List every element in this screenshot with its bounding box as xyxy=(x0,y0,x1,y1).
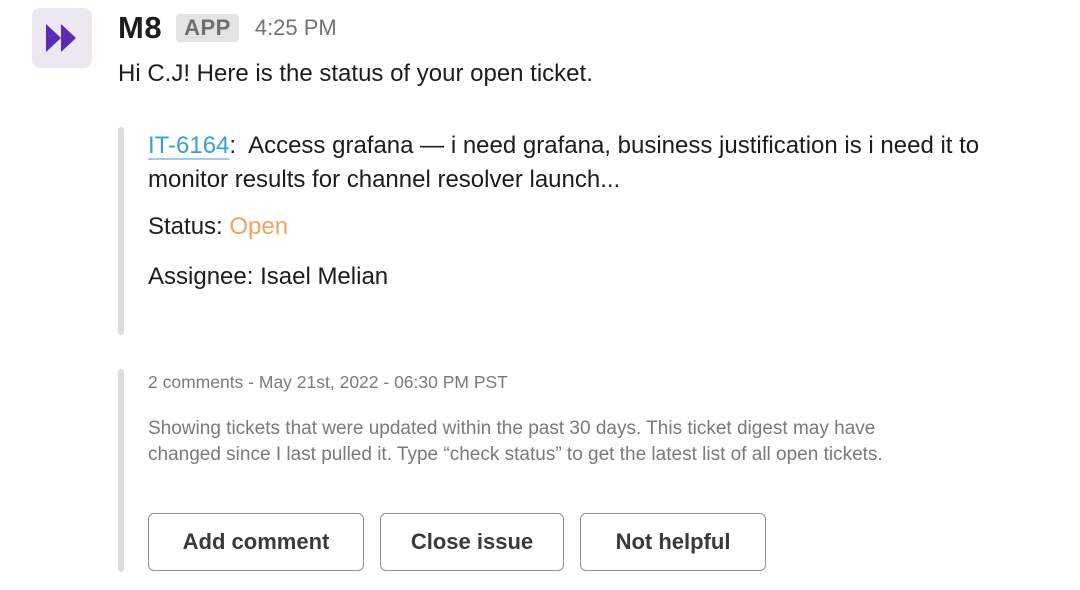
message-timestamp[interactable]: 4:25 PM xyxy=(255,15,337,41)
bot-avatar[interactable] xyxy=(32,8,92,68)
comment-meta: 2 comments - May 21st, 2022 - 06:30 PM P… xyxy=(148,372,508,392)
digest-note: Showing tickets that were updated within… xyxy=(148,418,883,465)
message-header: M8 APP 4:25 PM xyxy=(118,10,337,46)
ticket-id-link[interactable]: IT-6164 xyxy=(148,132,229,159)
assignee-label: Assignee: xyxy=(148,263,261,290)
app-badge: APP xyxy=(176,14,239,42)
ticket-summary: IT-6164: Access grafana — i need grafana… xyxy=(148,129,1008,197)
ticket-summary-text: Access grafana — i need grafana, busines… xyxy=(148,132,980,193)
close-issue-button[interactable]: Close issue xyxy=(380,513,564,571)
status-label: Status: xyxy=(148,213,230,240)
fast-forward-logo-icon xyxy=(46,24,76,52)
assignee-value: Isael Melian xyxy=(260,263,389,290)
status-value: Open xyxy=(229,213,289,240)
sender-name[interactable]: M8 xyxy=(118,10,162,46)
ticket-separator: : xyxy=(229,132,237,159)
not-helpful-button[interactable]: Not helpful xyxy=(580,513,766,571)
ticket-assignee: Assignee: Isael Melian xyxy=(148,263,388,291)
ticket-attachment-bar xyxy=(118,127,124,335)
add-comment-button[interactable]: Add comment xyxy=(148,513,364,571)
greeting-text: Hi C.J! Here is the status of your open … xyxy=(118,60,593,87)
ticket-status: Status: Open xyxy=(148,213,288,241)
footer-attachment-bar xyxy=(118,369,124,572)
